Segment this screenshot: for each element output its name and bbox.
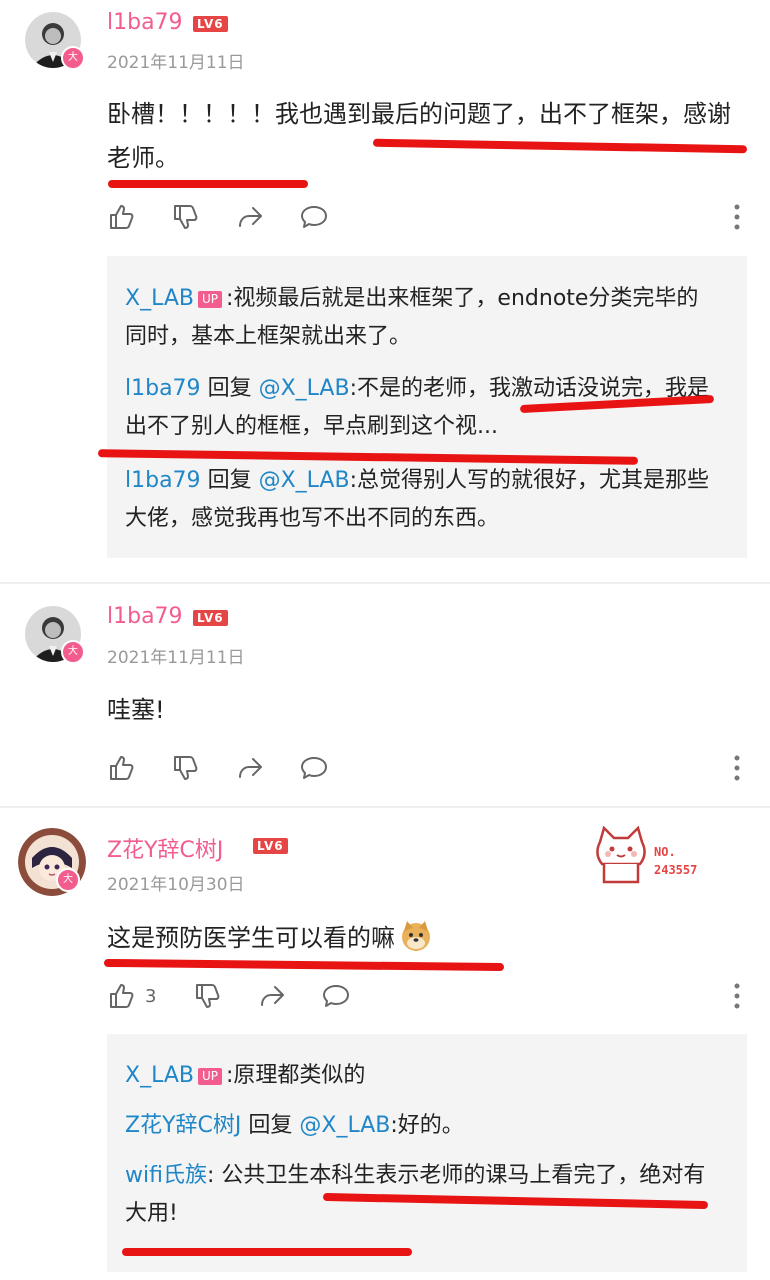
share-button[interactable] bbox=[257, 980, 287, 1012]
more-icon bbox=[734, 983, 740, 1009]
comment-text: 这是预防医学生可以看的嘛 bbox=[107, 916, 737, 960]
share-button[interactable] bbox=[235, 752, 265, 784]
username[interactable]: l1ba79 bbox=[107, 604, 183, 629]
annotation-underline bbox=[108, 180, 308, 188]
share-icon bbox=[261, 986, 284, 1006]
reply-author[interactable]: l1ba79 bbox=[125, 376, 201, 401]
up-badge: UP bbox=[197, 290, 223, 308]
medal-number: 243557 bbox=[654, 863, 698, 877]
vip-badge-icon: 大 bbox=[61, 640, 85, 664]
like-button[interactable] bbox=[107, 201, 137, 233]
action-bar: 3 bbox=[107, 980, 747, 1012]
cat-mascot-icon bbox=[596, 825, 646, 884]
reply-word: 回复 bbox=[207, 376, 252, 401]
reply-item[interactable]: l1ba79 回复 @X_LAB:不是的老师，我激动话没说完，我是出不了别人的框… bbox=[125, 370, 715, 446]
comment-date: 2021年11月11日 bbox=[107, 648, 245, 668]
dislike-icon bbox=[196, 984, 220, 1008]
comment-icon bbox=[301, 206, 327, 228]
comment-date: 2021年10月30日 bbox=[107, 875, 245, 895]
like-icon bbox=[110, 205, 134, 229]
reply-item[interactable]: l1ba79 回复 @X_LAB:总觉得别人写的就很好，尤其是那些大佬，感觉我再… bbox=[125, 462, 715, 538]
like-button[interactable]: 3 bbox=[107, 980, 156, 1012]
action-bar bbox=[107, 201, 747, 233]
reply-author[interactable]: X_LAB bbox=[125, 286, 194, 311]
up-badge: UP bbox=[197, 1067, 223, 1085]
share-button[interactable] bbox=[235, 201, 265, 233]
reply-author[interactable]: l1ba79 bbox=[125, 468, 201, 493]
reply-item[interactable]: Z花Y辞C树J 回复 @X_LAB:好的。 bbox=[125, 1107, 715, 1145]
more-button[interactable] bbox=[727, 201, 747, 233]
more-button[interactable] bbox=[727, 980, 747, 1012]
annotation-underline bbox=[122, 1248, 412, 1256]
more-icon bbox=[734, 204, 740, 230]
comment-text: 卧槽！！！！！我也遇到最后的问题了，出不了框架，感谢老师。 bbox=[107, 100, 731, 172]
more-icon bbox=[734, 755, 740, 781]
comment-text: 哇塞! bbox=[107, 696, 165, 724]
dislike-button[interactable] bbox=[171, 752, 201, 784]
reply-text: :好的。 bbox=[390, 1113, 464, 1138]
reply-author[interactable]: X_LAB bbox=[125, 1063, 194, 1088]
action-bar bbox=[107, 752, 747, 784]
dislike-icon bbox=[174, 756, 198, 780]
reply-section: X_LAB UP:原理都类似的 Z花Y辞C树J 回复 @X_LAB:好的。 wif… bbox=[107, 1034, 747, 1272]
reply-author[interactable]: wifi氏族 bbox=[125, 1163, 207, 1188]
reply-button[interactable] bbox=[321, 980, 351, 1012]
avatar[interactable]: 大 bbox=[18, 828, 86, 896]
vip-badge-icon: 大 bbox=[56, 868, 80, 892]
dislike-button[interactable] bbox=[193, 980, 223, 1012]
vip-badge-icon: 大 bbox=[61, 46, 85, 70]
reply-item[interactable]: X_LAB UP:原理都类似的 bbox=[125, 1057, 715, 1095]
reply-author[interactable]: Z花Y辞C树J bbox=[125, 1113, 241, 1138]
like-button[interactable] bbox=[107, 752, 137, 784]
share-icon bbox=[239, 207, 262, 227]
comment-icon bbox=[301, 757, 327, 779]
reply-target[interactable]: @X_LAB bbox=[259, 468, 350, 493]
medal-label: NO. bbox=[654, 845, 676, 859]
doge-emoji-icon bbox=[402, 921, 430, 951]
reply-button[interactable] bbox=[299, 752, 329, 784]
username[interactable]: l1ba79 bbox=[107, 10, 183, 35]
level-badge: LV6 bbox=[193, 16, 228, 32]
avatar[interactable]: 大 bbox=[25, 12, 85, 70]
reply-button[interactable] bbox=[299, 201, 329, 233]
comment-icon bbox=[323, 985, 349, 1007]
more-button[interactable] bbox=[727, 752, 747, 784]
reply-word: 回复 bbox=[207, 468, 252, 493]
reply-item[interactable]: X_LAB UP:视频最后就是出来框架了，endnote分类完毕的同时，基本上框架… bbox=[125, 280, 715, 356]
like-icon bbox=[110, 756, 134, 780]
fan-medal: NO. 243557 bbox=[592, 824, 732, 890]
like-icon bbox=[110, 984, 134, 1008]
reply-text: :原理都类似的 bbox=[226, 1063, 366, 1088]
reply-target[interactable]: @X_LAB bbox=[299, 1113, 390, 1138]
level-badge: LV6 bbox=[193, 610, 228, 626]
divider bbox=[0, 806, 770, 808]
reply-word: 回复 bbox=[248, 1113, 293, 1138]
comment-date: 2021年11月11日 bbox=[107, 53, 245, 73]
username[interactable]: Z花Y辞C树J bbox=[107, 832, 223, 864]
dislike-button[interactable] bbox=[171, 201, 201, 233]
level-badge: LV6 bbox=[253, 838, 288, 854]
share-icon bbox=[239, 758, 262, 778]
reply-target[interactable]: @X_LAB bbox=[259, 376, 350, 401]
dislike-icon bbox=[174, 205, 198, 229]
reply-section: X_LAB UP:视频最后就是出来框架了，endnote分类完毕的同时，基本上框架… bbox=[107, 256, 747, 558]
avatar[interactable]: 大 bbox=[25, 606, 85, 664]
comment-text-body: 这是预防医学生可以看的嘛 bbox=[107, 924, 395, 952]
annotation-underline bbox=[103, 958, 505, 972]
divider bbox=[0, 582, 770, 584]
like-count: 3 bbox=[145, 985, 157, 1007]
